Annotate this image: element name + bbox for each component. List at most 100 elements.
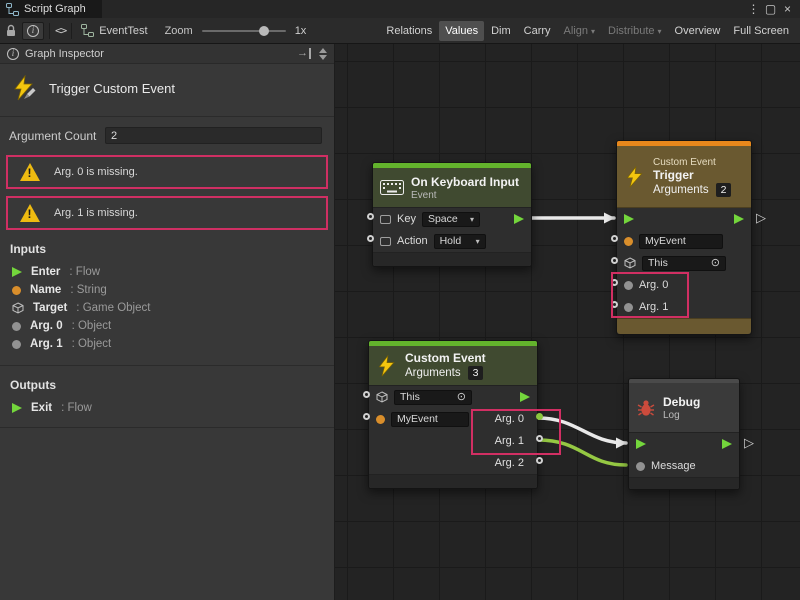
- window-maximize-icon[interactable]: ▢: [762, 0, 779, 18]
- window-titlebar: Script Graph ⋮ ▢ ×: [0, 0, 800, 18]
- chevron-down-icon: ▾: [476, 237, 480, 246]
- toolbar-toggle-group: Relations Values Dim Carry Align▾ Distri…: [380, 21, 795, 41]
- graph-canvas[interactable]: On Keyboard Input Event Key Space ▾ Acti…: [335, 44, 800, 600]
- inspector-header: i Graph Inspector →: [0, 44, 334, 64]
- unit-title: Trigger Custom Event: [49, 81, 175, 96]
- flow-hint-icon: ▷: [744, 435, 754, 451]
- values-button[interactable]: Values: [439, 21, 484, 41]
- window-close-icon[interactable]: ×: [779, 0, 796, 18]
- warning-icon: [20, 204, 40, 222]
- dock-icon[interactable]: →: [297, 48, 311, 59]
- inspector-toggle-button[interactable]: i: [22, 22, 44, 40]
- flow-output-port[interactable]: [722, 439, 732, 449]
- lock-icon[interactable]: [5, 24, 17, 38]
- value-input-port[interactable]: [367, 213, 374, 220]
- value-input-port[interactable]: [611, 235, 618, 242]
- edit-script-icon[interactable]: <>: [55, 24, 66, 37]
- node-footer: [369, 474, 537, 488]
- pane-stepper-icon[interactable]: [319, 48, 327, 60]
- node-footer: [373, 252, 531, 266]
- value-input-port[interactable]: [367, 235, 374, 242]
- node-row-event-name: MyEvent Arg. 0: [369, 408, 537, 430]
- zoom-slider[interactable]: [202, 30, 286, 32]
- node-trigger-custom-event[interactable]: Custom Event Trigger Arguments 2 MyEvent: [616, 140, 752, 335]
- node-row-message: Message: [629, 455, 739, 477]
- value-input-port[interactable]: [611, 301, 618, 308]
- node-row-arg1: Arg. 1: [369, 430, 537, 452]
- window-menu-icon[interactable]: ⋮: [745, 0, 762, 18]
- object-port-icon: [624, 281, 633, 290]
- outputs-section: Outputs ExitFlow: [0, 365, 334, 428]
- warning-icon: [20, 163, 40, 181]
- zoom-slider-knob[interactable]: [259, 26, 269, 36]
- wire-flow-event-to-debug: [538, 418, 626, 443]
- flow-input-port[interactable]: [624, 214, 634, 224]
- relations-button[interactable]: Relations: [380, 21, 438, 41]
- value-output-port[interactable]: [536, 435, 543, 442]
- chevron-down-icon: ▾: [658, 27, 662, 36]
- tab-script-graph[interactable]: Script Graph: [0, 0, 102, 18]
- value-input-port[interactable]: [363, 413, 370, 420]
- action-dropdown[interactable]: Hold ▾: [434, 234, 486, 249]
- node-row-target: This ⊙: [617, 252, 751, 274]
- flow-output-port[interactable]: [520, 392, 530, 402]
- node-title: Custom Event: [405, 351, 486, 365]
- node-row-arg0: Arg. 0: [617, 274, 751, 296]
- node-kicker: Custom Event: [653, 157, 731, 168]
- key-dropdown[interactable]: Space ▾: [422, 212, 480, 227]
- node-row-arg1: Arg. 1: [617, 296, 751, 318]
- port-row-arg0: Arg. 0Object: [0, 317, 334, 335]
- dim-button[interactable]: Dim: [485, 21, 517, 41]
- flow-input-port[interactable]: [636, 439, 646, 449]
- gameobject-cube-icon: [12, 302, 24, 314]
- node-footer: [629, 477, 739, 489]
- bug-icon: [636, 398, 656, 418]
- flow-output-port[interactable]: [734, 214, 744, 224]
- graph-breadcrumb-eventtest[interactable]: EventTest: [77, 24, 151, 37]
- port-row-name: NameString: [0, 281, 334, 299]
- node-custom-event[interactable]: Custom Event Arguments 3 This ⊙: [368, 340, 538, 489]
- keyboard-icon: [380, 180, 404, 195]
- flow-port-icon: [12, 403, 22, 413]
- object-picker-icon[interactable]: ⊙: [457, 392, 466, 403]
- object-picker-icon[interactable]: ⊙: [711, 258, 720, 269]
- value-input-port[interactable]: [611, 279, 618, 286]
- node-title: On Keyboard Input: [411, 175, 519, 189]
- key-icon: [380, 215, 391, 224]
- value-output-port-connected[interactable]: [536, 413, 543, 420]
- target-field[interactable]: This ⊙: [642, 256, 726, 271]
- event-name-field[interactable]: MyEvent: [639, 234, 723, 249]
- argument-count-input[interactable]: [105, 127, 322, 144]
- unit-title-block: Trigger Custom Event: [0, 64, 334, 117]
- wire-value-arg-to-message: [538, 440, 626, 465]
- target-field[interactable]: This ⊙: [394, 390, 472, 405]
- event-name-field[interactable]: MyEvent: [391, 412, 469, 427]
- overview-button[interactable]: Overview: [669, 21, 727, 41]
- string-port-icon: [624, 237, 633, 246]
- flow-output-port[interactable]: [514, 214, 524, 224]
- port-row-exit: ExitFlow: [0, 399, 334, 417]
- distribute-button[interactable]: Distribute▾: [602, 21, 667, 41]
- script-graph-icon: [6, 3, 19, 16]
- flow-port-icon: [12, 267, 22, 277]
- graph-toolbar: i <> EventTest Zoom 1x Relations Values …: [0, 18, 800, 44]
- key-icon: [380, 237, 391, 246]
- flow-hint-icon: ▷: [756, 210, 766, 226]
- node-row-flow: [617, 208, 751, 230]
- port-row-arg1: Arg. 1Object: [0, 335, 334, 353]
- node-subtitle: Event: [411, 190, 519, 201]
- align-button[interactable]: Align▾: [558, 21, 601, 41]
- chevron-down-icon: ▾: [591, 27, 595, 36]
- value-output-port[interactable]: [536, 457, 543, 464]
- node-on-keyboard-input[interactable]: On Keyboard Input Event Key Space ▾ Acti…: [372, 162, 532, 267]
- node-subtitle: Arguments: [653, 184, 709, 196]
- node-debug-log[interactable]: Debug Log Message: [628, 378, 740, 490]
- node-row-arg2: Arg. 2: [369, 452, 537, 474]
- object-port-icon: [636, 462, 645, 471]
- full-screen-button[interactable]: Full Screen: [727, 21, 795, 41]
- value-input-port[interactable]: [611, 257, 618, 264]
- port-row-target: TargetGame Object: [0, 299, 334, 317]
- node-row-key: Key Space ▾: [373, 208, 531, 230]
- value-input-port[interactable]: [363, 391, 370, 398]
- carry-button[interactable]: Carry: [518, 21, 557, 41]
